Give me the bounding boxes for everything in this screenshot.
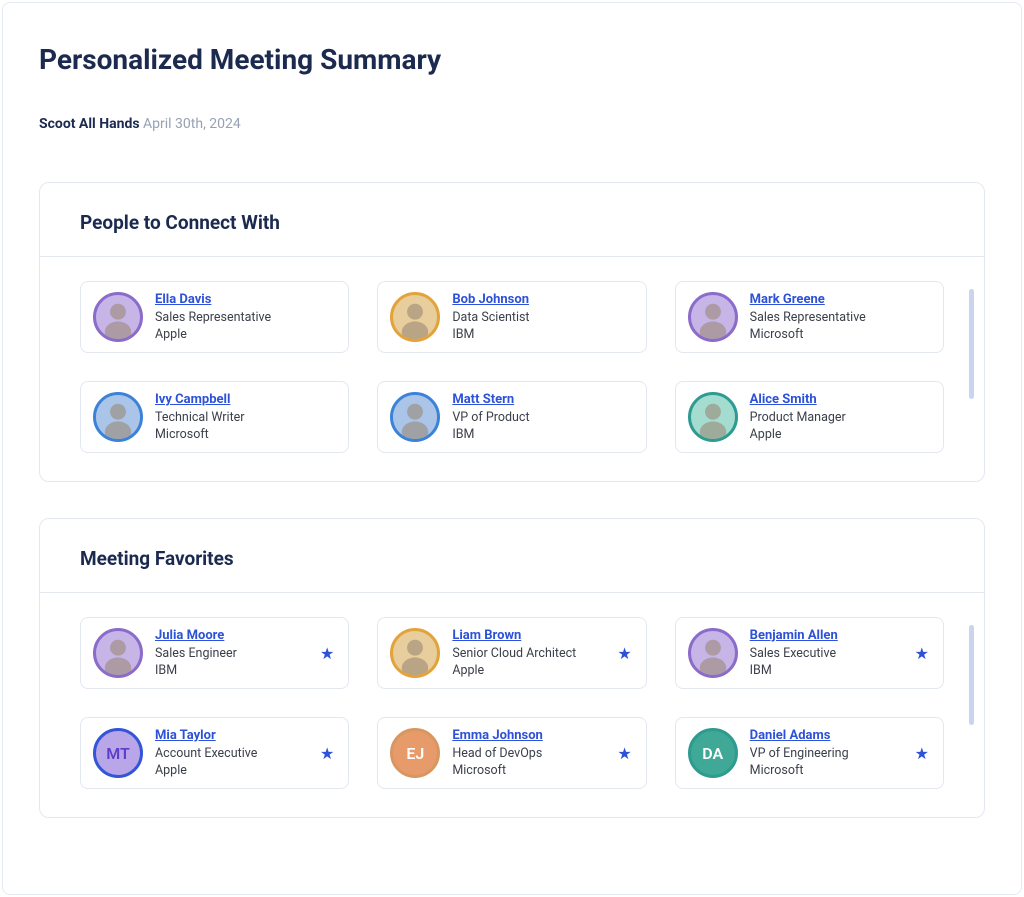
- person-info: Liam Brown Senior Cloud ArchitectApple: [452, 628, 605, 678]
- avatar: EJ: [390, 728, 440, 778]
- person-title: VP of Engineering: [750, 745, 903, 763]
- person-title: Sales Representative: [750, 309, 931, 327]
- person-company: Microsoft: [750, 763, 903, 778]
- person-info: Alice Smith Product ManagerApple: [750, 392, 931, 442]
- person-info: Benjamin Allen Sales ExecutiveIBM: [750, 628, 903, 678]
- person-card[interactable]: DA Daniel Adams VP of EngineeringMicrosoft…: [675, 717, 944, 789]
- meeting-header: Scoot All Hands April 30th, 2024: [39, 116, 985, 132]
- person-title: Sales Executive: [750, 645, 903, 663]
- person-info: Daniel Adams VP of EngineeringMicrosoft: [750, 728, 903, 778]
- avatar: [390, 292, 440, 342]
- scrollbar-indicator[interactable]: [969, 289, 974, 399]
- person-name-link[interactable]: Liam Brown: [452, 628, 605, 643]
- person-name-link[interactable]: Benjamin Allen: [750, 628, 903, 643]
- person-title: VP of Product: [452, 409, 633, 427]
- person-card[interactable]: Bob Johnson Data ScientistIBM: [377, 281, 646, 353]
- person-card[interactable]: Mark Greene Sales RepresentativeMicrosoft: [675, 281, 944, 353]
- avatar: [688, 392, 738, 442]
- person-title: Data Scientist: [452, 309, 633, 327]
- connect-section-body: Ella DavisSales RepresentativeAppleBob J…: [40, 257, 984, 481]
- person-card[interactable]: Ella Davis Sales RepresentativeApple: [80, 281, 349, 353]
- meeting-date: April 30th, 2024: [143, 116, 241, 132]
- person-name-link[interactable]: Ivy Campbell: [155, 392, 336, 407]
- page-container: Personalized Meeting Summary Scoot All H…: [2, 2, 1022, 895]
- avatar: [688, 292, 738, 342]
- person-company: IBM: [452, 427, 633, 442]
- person-name-link[interactable]: Julia Moore: [155, 628, 308, 643]
- person-card[interactable]: Matt Stern VP of ProductIBM: [377, 381, 646, 453]
- person-company: IBM: [452, 327, 633, 342]
- person-company: Apple: [452, 663, 605, 678]
- connect-section: People to Connect With Ella Davis Sales R…: [39, 182, 985, 482]
- person-title: Product Manager: [750, 409, 931, 427]
- avatar: [688, 628, 738, 678]
- favorites-section: Meeting Favorites Julia Moore Sales Engin…: [39, 518, 985, 818]
- person-title: Sales Engineer: [155, 645, 308, 663]
- person-info: Emma Johnson Head of DevOpsMicrosoft: [452, 728, 605, 778]
- person-company: Microsoft: [155, 427, 336, 442]
- person-info: Ella Davis Sales RepresentativeApple: [155, 292, 336, 342]
- star-icon[interactable]: ★: [320, 744, 334, 763]
- person-card[interactable]: Benjamin Allen Sales ExecutiveIBM ★: [675, 617, 944, 689]
- person-name-link[interactable]: Emma Johnson: [452, 728, 605, 743]
- person-company: Apple: [155, 763, 308, 778]
- person-title: Head of DevOps: [452, 745, 605, 763]
- avatar: [390, 628, 440, 678]
- star-icon[interactable]: ★: [320, 644, 334, 663]
- person-card[interactable]: Liam Brown Senior Cloud ArchitectApple ★: [377, 617, 646, 689]
- person-info: Julia Moore Sales EngineerIBM: [155, 628, 308, 678]
- person-name-link[interactable]: Alice Smith: [750, 392, 931, 407]
- person-company: Microsoft: [750, 327, 931, 342]
- avatar: [390, 392, 440, 442]
- person-title: Account Executive: [155, 745, 308, 763]
- avatar: [93, 628, 143, 678]
- favorites-people-grid: Julia MooreSales EngineerIBM★Liam BrownS…: [80, 617, 944, 789]
- person-company: IBM: [155, 663, 308, 678]
- person-name-link[interactable]: Matt Stern: [452, 392, 633, 407]
- person-card[interactable]: EJ Emma Johnson Head of DevOpsMicrosoft ★: [377, 717, 646, 789]
- person-info: Matt Stern VP of ProductIBM: [452, 392, 633, 442]
- avatar: [93, 292, 143, 342]
- avatar: [93, 392, 143, 442]
- meeting-name: Scoot All Hands: [39, 116, 140, 132]
- person-name-link[interactable]: Daniel Adams: [750, 728, 903, 743]
- person-company: Microsoft: [452, 763, 605, 778]
- avatar: MT: [93, 728, 143, 778]
- person-name-link[interactable]: Mark Greene: [750, 292, 931, 307]
- favorites-section-body: Julia MooreSales EngineerIBM★Liam BrownS…: [40, 593, 984, 817]
- star-icon[interactable]: ★: [617, 644, 631, 663]
- connect-people-grid: Ella DavisSales RepresentativeAppleBob J…: [80, 281, 944, 453]
- person-title: Technical Writer: [155, 409, 336, 427]
- person-name-link[interactable]: Mia Taylor: [155, 728, 308, 743]
- page-title: Personalized Meeting Summary: [39, 43, 985, 76]
- person-info: Mark Greene Sales RepresentativeMicrosoft: [750, 292, 931, 342]
- person-card[interactable]: MT Mia Taylor Account ExecutiveApple ★: [80, 717, 349, 789]
- person-title: Senior Cloud Architect: [452, 645, 605, 663]
- connect-section-title: People to Connect With: [40, 183, 984, 257]
- person-name-link[interactable]: Bob Johnson: [452, 292, 633, 307]
- person-card[interactable]: Ivy Campbell Technical WriterMicrosoft: [80, 381, 349, 453]
- person-info: Mia Taylor Account ExecutiveApple: [155, 728, 308, 778]
- star-icon[interactable]: ★: [617, 744, 631, 763]
- scrollbar-indicator[interactable]: [969, 625, 974, 725]
- avatar: DA: [688, 728, 738, 778]
- person-info: Bob Johnson Data ScientistIBM: [452, 292, 633, 342]
- person-info: Ivy Campbell Technical WriterMicrosoft: [155, 392, 336, 442]
- person-company: Apple: [750, 427, 931, 442]
- person-name-link[interactable]: Ella Davis: [155, 292, 336, 307]
- star-icon[interactable]: ★: [915, 644, 929, 663]
- person-card[interactable]: Julia Moore Sales EngineerIBM ★: [80, 617, 349, 689]
- person-card[interactable]: Alice Smith Product ManagerApple: [675, 381, 944, 453]
- star-icon[interactable]: ★: [915, 744, 929, 763]
- favorites-section-title: Meeting Favorites: [40, 519, 984, 593]
- person-company: IBM: [750, 663, 903, 678]
- person-company: Apple: [155, 327, 336, 342]
- person-title: Sales Representative: [155, 309, 336, 327]
